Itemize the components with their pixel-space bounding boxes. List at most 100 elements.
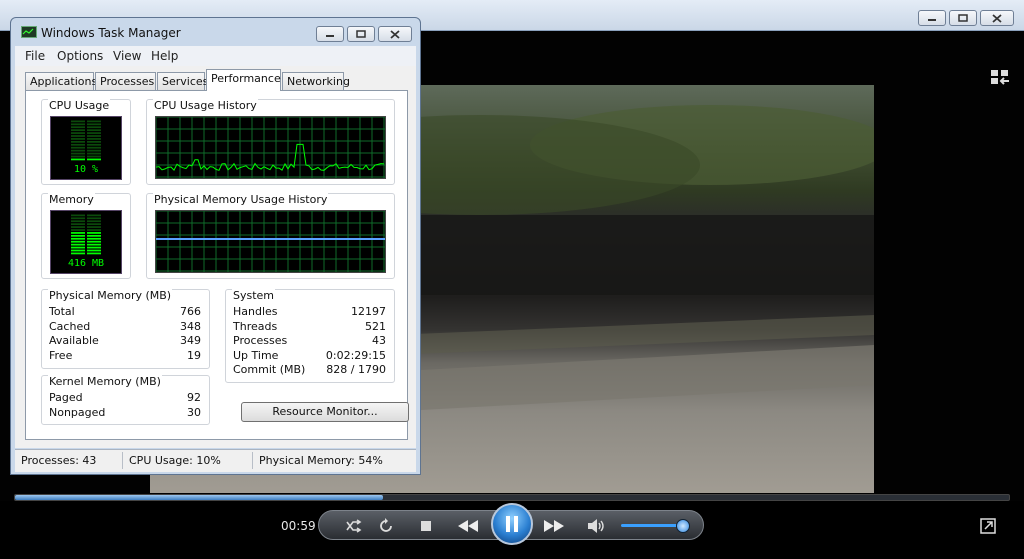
meter-segment: [87, 237, 101, 240]
kernel-memory-group: Kernel Memory (MB) Paged 92 Nonpaged 30: [41, 375, 210, 425]
stat-value: 12197: [351, 305, 386, 318]
meter-segment: [71, 226, 85, 228]
stat-value: 92: [187, 391, 201, 404]
meter-segment: [71, 223, 85, 226]
player-maximize-button[interactable]: [949, 10, 977, 26]
task-manager-titlebar[interactable]: Windows Task Manager: [11, 18, 420, 46]
stat-row: Available 349: [42, 334, 209, 348]
menu-view[interactable]: View: [113, 49, 141, 63]
tab-performance[interactable]: Performance: [206, 69, 281, 91]
menu-help[interactable]: Help: [151, 49, 178, 63]
meter-segment: [71, 220, 85, 223]
stat-key: Free: [49, 349, 73, 362]
meter-segment: [87, 232, 101, 234]
stat-value: 43: [372, 334, 386, 347]
stat-key: Total: [49, 305, 75, 318]
meter-segment: [71, 152, 85, 155]
memory-history-plot: [156, 211, 385, 272]
stat-value: 349: [180, 334, 201, 347]
next-button[interactable]: [539, 515, 569, 537]
cpu-history-label: CPU Usage History: [153, 99, 258, 112]
meter-segment: [87, 249, 101, 252]
rewind-icon: [458, 520, 478, 532]
meter-segment: [87, 129, 101, 132]
volume-slider[interactable]: [621, 519, 690, 533]
memory-history-graph: [155, 210, 386, 273]
switch-to-library-button[interactable]: [980, 518, 996, 538]
meter-segment: [71, 120, 85, 123]
meter-segment: [87, 152, 101, 155]
meter-segment: [71, 123, 85, 126]
stat-row: Handles 12197: [226, 305, 394, 319]
resource-monitor-button[interactable]: Resource Monitor...: [241, 402, 409, 422]
elapsed-time: 00:59: [281, 519, 316, 533]
stat-key: Handles: [233, 305, 278, 318]
fullscreen-toggle[interactable]: [990, 69, 1010, 89]
seek-bar[interactable]: [14, 494, 1010, 501]
meter-segment: [71, 158, 85, 161]
meter-segment: [71, 246, 85, 249]
meter-segment: [87, 246, 101, 249]
tm-close-button[interactable]: [378, 26, 412, 42]
tm-minimize-button[interactable]: [316, 26, 344, 42]
switch-to-full-icon: [991, 70, 1009, 85]
tab-services[interactable]: Services: [157, 72, 208, 90]
stat-value: 0:02:29:15: [325, 349, 386, 362]
meter-segment: [71, 135, 85, 137]
menu-file[interactable]: File: [25, 49, 45, 63]
meter-segment: [71, 237, 85, 240]
meter-segment: [87, 252, 101, 255]
menu-options[interactable]: Options: [57, 49, 103, 63]
minimize-icon: [928, 19, 936, 21]
meter-segment: [71, 146, 85, 149]
memory-history-group: Physical Memory Usage History: [146, 193, 395, 279]
meter-segment: [87, 143, 101, 146]
stat-key: Nonpaged: [49, 406, 106, 419]
performance-panel: CPU Usage 10 % CPU Usage History Memory …: [25, 90, 409, 440]
stat-key: Paged: [49, 391, 83, 404]
meter-segment: [71, 149, 85, 152]
player-close-button[interactable]: [980, 10, 1014, 26]
stop-button[interactable]: [415, 515, 437, 537]
cpu-usage-label: CPU Usage: [48, 99, 111, 112]
mute-button[interactable]: [585, 515, 607, 537]
task-manager-window: Windows Task Manager File Options View H…: [10, 17, 421, 475]
shuffle-button[interactable]: [343, 515, 365, 537]
volume-slider-thumb[interactable]: [675, 519, 690, 533]
stat-row: Nonpaged 30: [42, 406, 209, 420]
repeat-button[interactable]: [375, 515, 397, 537]
stat-row: Up Time 0:02:29:15: [226, 349, 394, 363]
tab-networking[interactable]: Networking: [282, 72, 350, 90]
tab-processes[interactable]: Processes: [95, 72, 156, 90]
status-bar: Processes: 43 CPU Usage: 10% Physical Me…: [15, 449, 416, 472]
close-icon: [390, 29, 400, 39]
stat-row: Commit (MB) 828 / 1790: [226, 363, 394, 377]
previous-button[interactable]: [453, 515, 483, 537]
meter-segment: [87, 223, 101, 226]
meter-segment: [87, 146, 101, 149]
meter-segment: [71, 126, 85, 129]
memory-history-label: Physical Memory Usage History: [153, 193, 329, 206]
meter-segment: [87, 220, 101, 223]
maximize-icon: [356, 30, 366, 38]
stat-key: Available: [49, 334, 99, 347]
pause-button[interactable]: [491, 503, 533, 545]
cpu-usage-meter: 10 %: [50, 116, 122, 180]
meter-segment: [71, 155, 85, 158]
meter-segment: [87, 123, 101, 126]
meter-segment: [71, 240, 85, 243]
stat-row: Threads 521: [226, 320, 394, 334]
player-minimize-button[interactable]: [918, 10, 946, 26]
meter-segment: [87, 132, 101, 134]
tab-applications[interactable]: Applications: [25, 72, 97, 90]
stat-row: Paged 92: [42, 391, 209, 405]
meter-segment: [87, 229, 101, 231]
stat-row: Processes 43: [226, 334, 394, 348]
meter-segment: [87, 235, 101, 237]
tm-maximize-button[interactable]: [347, 26, 375, 42]
status-cpu: CPU Usage: 10%: [129, 454, 221, 467]
menu-bar: File Options View Help: [15, 46, 416, 66]
meter-segment: [71, 243, 85, 246]
meter-segment: [71, 138, 85, 140]
stat-key: Cached: [49, 320, 91, 333]
